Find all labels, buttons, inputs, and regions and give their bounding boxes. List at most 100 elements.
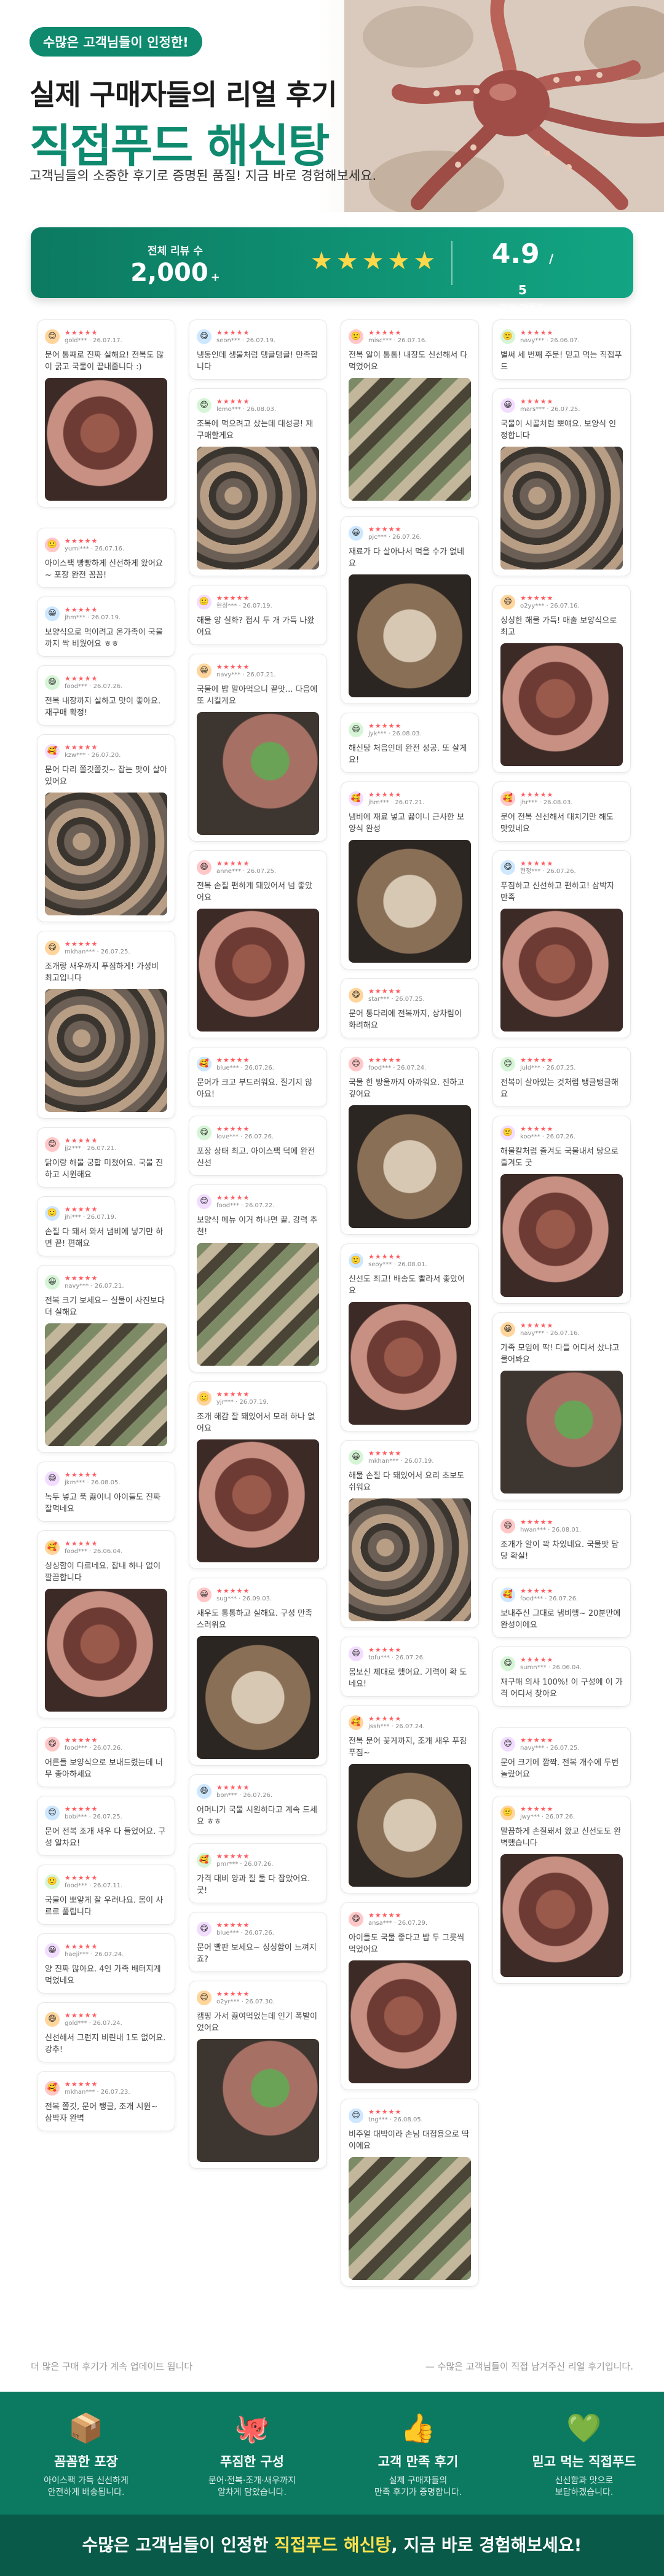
review-photo[interactable] — [197, 712, 319, 835]
review-photo[interactable] — [500, 1854, 623, 1977]
review-photo[interactable] — [500, 447, 623, 570]
review-meta: ★★★★★ navy*** · 26.07.21. — [65, 1274, 124, 1290]
avatar: 🙂 — [45, 1874, 60, 1889]
review-text: 재료가 다 살아나서 먹을 수가 없네요 — [349, 547, 465, 568]
review-user-date: sumn*** · 26.06.04. — [520, 1664, 582, 1671]
avatar: 🥰 — [349, 791, 363, 806]
avatar: 😋 — [197, 1126, 211, 1140]
review-user-date: love*** · 26.07.26. — [216, 1133, 274, 1140]
review-meta: ★★★★★ yumi*** · 26.07.16. — [65, 537, 124, 553]
review-photo[interactable] — [349, 2157, 471, 2280]
review-card: 😀 ★★★★★ haeji*** · 26.07.24. 양 진짜 많아요. 4인 가… — [37, 1933, 175, 1994]
review-photo[interactable] — [45, 989, 167, 1112]
review-stars: ★★★★★ — [216, 663, 250, 671]
cta-highlight: 직접푸드 해신탕 — [274, 2535, 392, 2555]
review-user-date: food*** · 26.07.22. — [216, 1202, 275, 1209]
review-text: 별써 세 번째 주문! 믿고 먹는 직접푸드 — [500, 351, 622, 372]
review-photo[interactable] — [197, 1439, 319, 1562]
review-photo[interactable] — [349, 574, 471, 697]
review-photo[interactable] — [349, 1960, 471, 2083]
review-user-date: yumi*** · 26.07.16. — [65, 546, 125, 552]
review-photo[interactable] — [197, 447, 319, 570]
review-text: 전복 손질 편하게 돼있어서 넘 좋았어요 — [197, 882, 313, 902]
review-photo[interactable] — [45, 793, 167, 915]
review-header: 😊 ★★★★★ lemo*** · 26.08.03. — [197, 396, 319, 415]
review-photo[interactable] — [349, 378, 471, 501]
review-header: 😊 ★★★★★ bobi*** · 26.07.25. — [45, 1804, 167, 1822]
review-header: 😄 ★★★★★ food*** · 26.07.26. — [45, 673, 167, 692]
review-photo[interactable] — [349, 840, 471, 963]
review-stars: ★★★★★ — [216, 1587, 250, 1595]
review-header: 😀 ★★★★★ pjc*** · 26.07.26. — [349, 524, 471, 542]
review-header: 🙂 ★★★★★ yjr*** · 26.07.19. — [197, 1389, 319, 1407]
review-meta: ★★★★★ jj2*** · 26.07.21. — [65, 1137, 116, 1153]
review-meta: ★★★★★ gold*** · 26.07.24. — [65, 2011, 122, 2027]
review-photo[interactable] — [500, 909, 623, 1032]
avatar: 🥰 — [45, 2081, 60, 2096]
review-meta: ★★★★★ pjc*** · 26.07.26. — [368, 525, 422, 541]
review-photo[interactable] — [197, 909, 319, 1032]
review-photo[interactable] — [349, 1105, 471, 1228]
review-meta: ★★★★★ tofu*** · 26.07.26. — [368, 1646, 425, 1662]
avatar: 😄 — [500, 1519, 515, 1533]
review-stars: ★★★★★ — [65, 606, 98, 614]
review-stars: ★★★★★ — [65, 940, 98, 948]
heart-icon: 💚 — [566, 2411, 602, 2445]
review-photo[interactable] — [197, 2039, 319, 2162]
footer-note-left: 더 많은 구매 후기가 계속 업데이트 됩니다 — [31, 2361, 193, 2372]
review-meta: ★★★★★ bobi*** · 26.07.25. — [65, 1805, 122, 1821]
review-meta: ★★★★★ seoy*** · 26.08.01. — [368, 1253, 427, 1269]
review-header: 😊 ★★★★★ jj2*** · 26.07.21. — [45, 1135, 167, 1154]
review-header: 😋 ★★★★★ star*** · 26.07.25. — [349, 986, 471, 1004]
review-card: 😋 ★★★★★ food*** · 26.07.26. 어른들 보양식으로 보내드렸는… — [37, 1727, 175, 1787]
review-photo[interactable] — [500, 1371, 623, 1494]
review-stars: ★★★★★ — [368, 791, 402, 799]
review-photo[interactable] — [500, 643, 623, 766]
review-card: 🙂 ★★★★★ navy*** · 26.06.07. 별써 세 번째 주문! 믿고 … — [492, 319, 631, 380]
review-meta: ★★★★★ yjr*** · 26.07.19. — [216, 1390, 269, 1406]
review-meta: ★★★★★ mkhan*** · 26.07.25. — [65, 940, 130, 956]
review-header: 🥰 ★★★★★ mkhan*** · 26.07.23. — [45, 2079, 167, 2097]
review-text: 전복 쫄깃, 문어 탱글, 조개 시원~ 삼박자 완벽 — [45, 2102, 158, 2123]
review-photo[interactable] — [45, 1323, 167, 1446]
review-header: 🙂 ★★★★★ jwy*** · 26.07.26. — [500, 1804, 623, 1822]
avatar: 😊 — [45, 329, 60, 344]
avatar: 🙂 — [349, 329, 363, 344]
avatar: 🥰 — [500, 1587, 515, 1602]
review-meta: ★★★★★ food*** · 26.07.26. — [520, 1587, 578, 1603]
review-meta: ★★★★★ koo*** · 26.07.26. — [520, 1125, 575, 1141]
review-photo[interactable] — [349, 1302, 471, 1425]
review-stars: ★★★★★ — [65, 1540, 98, 1548]
review-card: 😊 ★★★★★ o2yr*** · 26.07.30. 캠핑 가서 끓여먹었는데 인기… — [189, 1981, 327, 2169]
review-user-date: food*** · 26.07.11. — [65, 1882, 123, 1889]
review-card: 😊 ★★★★★ jj2*** · 26.07.21. 닭이랑 해물 궁합 미쳤어요. … — [37, 1127, 175, 1188]
review-text: 가족 모임에 딱! 다들 어디서 샀냐고 물어봐요 — [500, 1344, 620, 1364]
review-photo[interactable] — [197, 1636, 319, 1759]
review-header: 😋 ★★★★★ ansa*** · 26.07.29. — [349, 1910, 471, 1928]
avatar: 🥰 — [45, 1540, 60, 1555]
review-photo[interactable] — [349, 1498, 471, 1621]
review-card: 😀 ★★★★★ mars*** · 26.07.25. 국물이 시골처럼 뽀얘요. 보… — [492, 388, 631, 576]
review-user-date: navy*** · 26.07.16. — [520, 1330, 580, 1337]
review-meta: ★★★★★ jkm*** · 26.08.05. — [65, 1471, 121, 1487]
review-text: 가격 대비 양과 질 둘 다 잡았어요. 굿! — [197, 1874, 310, 1895]
avatar: 😋 — [45, 941, 60, 955]
review-text: 아이들도 국물 좋다고 밥 두 그릇씩 먹었어요 — [349, 1933, 465, 1954]
review-card: 😀 ★★★★★ navy*** · 26.07.21. 국물에 밥 말아먹으니 끝맛.… — [189, 654, 327, 842]
avatar: 😊 — [197, 398, 211, 413]
review-text: 재구매 의사 100%! 이 구성에 이 가격 어디서 찾아요 — [500, 1678, 623, 1699]
review-photo[interactable] — [45, 378, 167, 501]
review-meta: ★★★★★ mkhan*** · 26.07.19. — [368, 1449, 434, 1465]
review-photo[interactable] — [197, 1243, 319, 1366]
review-header: 😋 ★★★★★ seon*** · 26.07.19. — [197, 327, 319, 346]
review-user-date: food*** · 26.07.26. — [65, 1745, 123, 1752]
avatar: 😀 — [45, 1943, 60, 1958]
review-user-date: yjr*** · 26.07.19. — [216, 1399, 269, 1406]
review-text: 새우도 통통하고 실해요. 구성 만족스러워요 — [197, 1609, 313, 1630]
review-meta: ★★★★★ jhr*** · 26.08.03. — [520, 791, 572, 807]
review-photo[interactable] — [45, 1589, 167, 1712]
review-stars: ★★★★★ — [65, 1137, 98, 1145]
review-photo[interactable] — [349, 1764, 471, 1887]
review-header: 🥰 ★★★★★ jhm*** · 26.07.21. — [349, 789, 471, 808]
review-photo[interactable] — [500, 1174, 623, 1297]
